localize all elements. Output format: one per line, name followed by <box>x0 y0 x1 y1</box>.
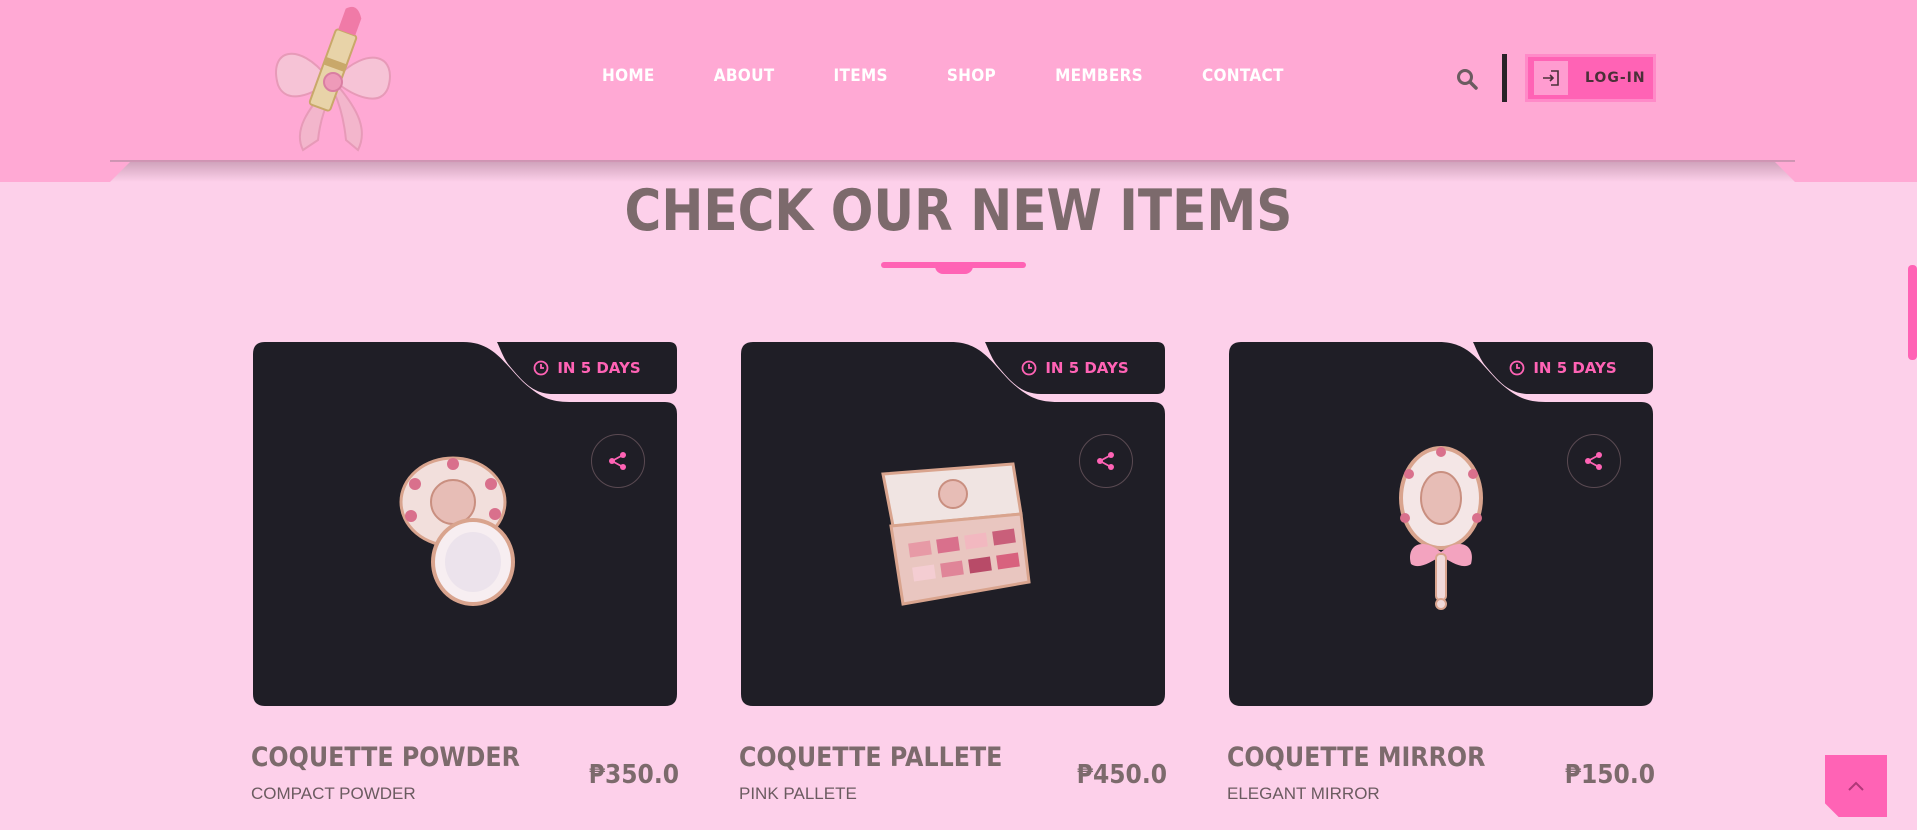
product-name[interactable]: COQUETTE POWDER <box>251 742 520 773</box>
section-title: CHECK OUR NEW ITEMS <box>624 178 1293 244</box>
product-subtitle: PINK PALLETE <box>739 784 857 803</box>
product-card-powder[interactable]: IN 5 DAYS <box>253 342 677 706</box>
nav-members[interactable]: MEMBERS <box>1055 66 1143 86</box>
clock-icon <box>1509 360 1525 376</box>
delivery-badge: IN 5 DAYS <box>1473 342 1653 394</box>
nav-shop[interactable]: SHOP <box>947 66 996 86</box>
login-button[interactable]: LOG-IN <box>1525 54 1656 102</box>
product-price: ₱150.0 <box>1564 760 1655 790</box>
title-underline-notch <box>935 266 973 274</box>
delivery-badge: IN 5 DAYS <box>497 342 677 394</box>
product-subtitle: COMPACT POWDER <box>251 784 416 803</box>
share-icon <box>609 452 626 470</box>
bow-lipstick-logo[interactable] <box>258 0 408 158</box>
badge-label: IN 5 DAYS <box>557 359 641 377</box>
delivery-badge: IN 5 DAYS <box>985 342 1165 394</box>
clock-icon <box>533 360 549 376</box>
product-price: ₱450.0 <box>1076 760 1167 790</box>
page-scrollbar-thumb[interactable] <box>1908 265 1917 360</box>
nav-items[interactable]: ITEMS <box>834 66 888 86</box>
product-name[interactable]: COQUETTE MIRROR <box>1227 742 1485 773</box>
scroll-to-top-button[interactable] <box>1825 755 1887 817</box>
share-icon <box>1585 452 1602 470</box>
clock-icon <box>1021 360 1037 376</box>
login-icon <box>1534 61 1568 95</box>
share-button[interactable] <box>1567 434 1621 488</box>
nav-contact[interactable]: CONTACT <box>1202 66 1284 86</box>
eyeshadow-pallete-image <box>881 462 1031 606</box>
product-price: ₱350.0 <box>588 760 679 790</box>
chevron-up-icon <box>1848 781 1864 791</box>
nav-home[interactable]: HOME <box>602 66 655 86</box>
share-icon <box>1097 452 1114 470</box>
share-button[interactable] <box>1079 434 1133 488</box>
compact-powder-image <box>399 456 515 606</box>
product-name[interactable]: COQUETTE PALLETE <box>739 742 1002 773</box>
header-divider <box>1502 54 1507 102</box>
share-button[interactable] <box>591 434 645 488</box>
product-card-mirror[interactable]: IN 5 DAYS <box>1229 342 1653 706</box>
nav-about[interactable]: ABOUT <box>714 66 775 86</box>
login-label: LOG-IN <box>1585 70 1646 86</box>
search-icon[interactable] <box>1456 68 1478 90</box>
main-nav: HOME ABOUT ITEMS SHOP MEMBERS CONTACT <box>602 66 1343 86</box>
badge-label: IN 5 DAYS <box>1045 359 1129 377</box>
product-card-pallete[interactable]: IN 5 DAYS <box>741 342 1165 706</box>
badge-label: IN 5 DAYS <box>1533 359 1617 377</box>
hand-mirror-image <box>1399 446 1483 610</box>
product-subtitle: ELEGANT MIRROR <box>1227 784 1380 803</box>
